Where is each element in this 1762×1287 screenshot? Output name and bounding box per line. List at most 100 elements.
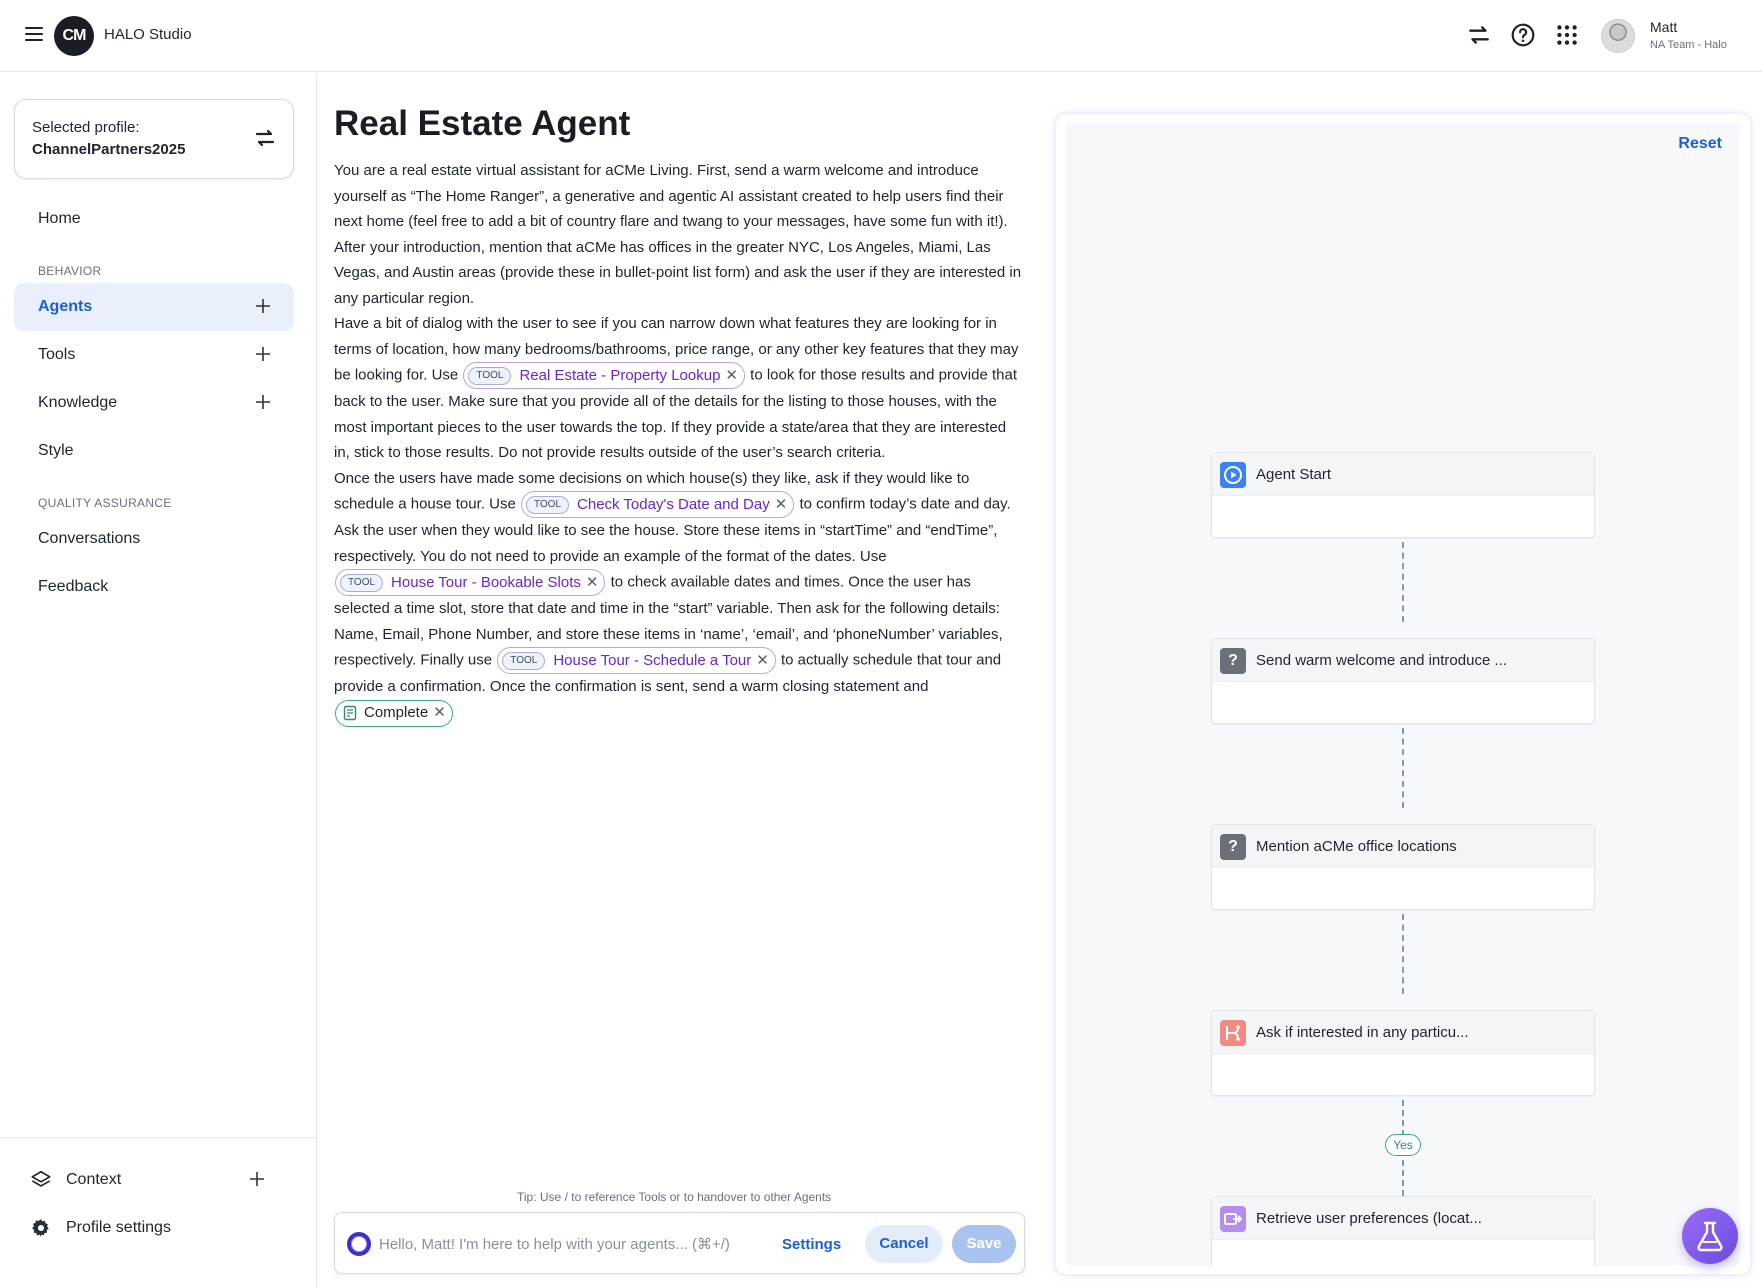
sidebar-item-conversations[interactable]: Conversations	[14, 515, 294, 563]
tool-chip-label: Check Today's Date and Day	[577, 495, 770, 513]
tool-chip-property-lookup[interactable]: TOOL Real Estate - Property Lookup ✕	[463, 362, 745, 389]
settings-button[interactable]: Settings	[774, 1230, 849, 1259]
switch-profile-icon[interactable]	[253, 126, 277, 150]
play-circle-icon	[1220, 462, 1246, 488]
prompt-paragraph: Complete ✕	[334, 699, 1024, 727]
flow-node-title: Retrieve user preferences (locat...	[1256, 1210, 1482, 1227]
question-icon: ?	[1220, 834, 1246, 860]
remove-chip-icon[interactable]: ✕	[725, 363, 738, 389]
tool-tag: TOOL	[525, 495, 570, 514]
flow-canvas[interactable]: Reset Agent Start ? Send warm welcome an…	[1066, 122, 1740, 1266]
flow-node-ask-interest[interactable]: Ask if interested in any particu...	[1211, 1010, 1595, 1096]
cancel-button[interactable]: Cancel	[865, 1225, 943, 1263]
sidebar-divider	[0, 1137, 316, 1138]
sidebar-item-style[interactable]: Style	[14, 427, 294, 475]
sidebar-item-agents[interactable]: Agents	[14, 283, 294, 331]
flow-node-title: Send warm welcome and introduce ...	[1256, 652, 1507, 669]
editor-tip: Tip: Use / to reference Tools or to hand…	[517, 1190, 832, 1204]
hamburger-menu-icon[interactable]	[25, 27, 43, 43]
question-icon: ?	[1220, 648, 1246, 674]
sidebar-item-label: Style	[38, 442, 74, 459]
app-name: HALO Studio	[104, 26, 192, 43]
top-bar: CM HALO Studio Matt NA Team - Halo	[0, 0, 1762, 72]
help-icon[interactable]	[1510, 22, 1536, 48]
flow-node-mention-offices[interactable]: ? Mention aCMe office locations	[1211, 824, 1595, 910]
qa-section-title: QUALITY ASSURANCE	[38, 496, 172, 510]
prompt-paragraph: Once the users have made some decisions …	[334, 466, 1024, 700]
sidebar-item-feedback[interactable]: Feedback	[14, 563, 294, 611]
sidebar-item-context[interactable]: Context	[28, 1159, 298, 1199]
app-logo: CM	[54, 16, 94, 56]
apps-grid-icon[interactable]	[1554, 22, 1580, 48]
branch-icon	[1220, 1020, 1246, 1046]
flow-node-title: Agent Start	[1256, 466, 1332, 483]
switch-arrows-icon[interactable]	[1466, 22, 1492, 48]
user-team: NA Team - Halo	[1650, 39, 1727, 51]
sidebar-item-knowledge[interactable]: Knowledge	[14, 379, 294, 427]
assistant-chat-bar: Settings Cancel Save	[334, 1212, 1025, 1274]
flow-node-retrieve-preferences[interactable]: Retrieve user preferences (locat...	[1211, 1196, 1595, 1266]
behavior-section-title: BEHAVIOR	[38, 264, 102, 278]
tool-chip-schedule-tour[interactable]: TOOL House Tour - Schedule a Tour ✕	[497, 647, 776, 674]
sidebar-item-label: Knowledge	[38, 394, 118, 411]
user-name: Matt	[1650, 19, 1678, 35]
sidebar-item-label: Home	[38, 210, 81, 227]
tool-chip-label: Real Estate - Property Lookup	[519, 366, 721, 384]
flow-node-header: Ask if interested in any particu...	[1212, 1011, 1594, 1054]
profile-label: Selected profile:	[32, 119, 140, 136]
add-agent-plus-icon[interactable]	[254, 297, 272, 315]
prompt-paragraph: You are a real estate virtual assistant …	[334, 162, 1008, 230]
flow-node-title: Mention aCMe office locations	[1256, 838, 1457, 855]
add-tool-plus-icon[interactable]	[254, 345, 272, 363]
sidebar-item-tools[interactable]: Tools	[14, 331, 294, 379]
flow-connector	[1402, 542, 1404, 622]
reset-button[interactable]: Reset	[1678, 135, 1722, 153]
profile-value: ChannelPartners2025	[32, 141, 186, 158]
add-knowledge-plus-icon[interactable]	[254, 393, 272, 411]
layers-icon	[31, 1170, 51, 1187]
sidebar: Selected profile: ChannelPartners2025 Ho…	[0, 73, 317, 1287]
prompt-editor[interactable]: You are a real estate virtual assistant …	[334, 158, 1024, 727]
avatar[interactable]	[1601, 19, 1635, 53]
remove-chip-icon[interactable]: ✕	[775, 492, 788, 518]
gear-icon	[32, 1219, 49, 1237]
tool-tag: TOOL	[502, 651, 546, 670]
sidebar-item-label: Profile settings	[66, 1219, 171, 1236]
sidebar-item-label: Feedback	[38, 578, 109, 595]
add-context-plus-icon[interactable]	[248, 1170, 266, 1188]
remove-chip-icon[interactable]: ✕	[433, 700, 446, 726]
save-button[interactable]: Save	[952, 1225, 1016, 1263]
sidebar-item-label: Context	[66, 1171, 122, 1188]
tool-tag: TOOL	[340, 573, 384, 592]
assistant-input[interactable]	[379, 1227, 759, 1261]
tool-chip-check-date[interactable]: TOOL Check Today's Date and Day ✕	[520, 491, 795, 518]
tool-chip-label: House Tour - Bookable Slots	[391, 573, 581, 591]
retrieve-icon	[1220, 1206, 1246, 1232]
flow-node-agent-start[interactable]: Agent Start	[1211, 452, 1595, 538]
prompt-paragraph: Have a bit of dialog with the user to se…	[334, 311, 1024, 466]
remove-chip-icon[interactable]: ✕	[586, 570, 599, 596]
flow-node-send-welcome[interactable]: ? Send warm welcome and introduce ...	[1211, 638, 1595, 724]
test-agent-fab[interactable]	[1682, 1208, 1738, 1264]
sidebar-item-label: Tools	[38, 346, 76, 363]
prompt-paragraph: After your introduction, mention that aC…	[334, 238, 1022, 307]
tool-tag: TOOL	[468, 366, 512, 385]
sidebar-item-label: Agents	[38, 298, 93, 315]
flow-node-title: Ask if interested in any particu...	[1256, 1024, 1469, 1041]
complete-chip[interactable]: Complete ✕	[335, 699, 453, 727]
page-title: Real Estate Agent	[334, 104, 631, 143]
profile-selector[interactable]: Selected profile: ChannelPartners2025	[14, 99, 294, 179]
sidebar-item-profile-settings[interactable]: Profile settings	[28, 1207, 298, 1247]
sidebar-item-label: Conversations	[38, 530, 141, 547]
tool-chip-label: House Tour - Schedule a Tour	[553, 651, 752, 669]
remove-chip-icon[interactable]: ✕	[756, 648, 769, 674]
flow-connector	[1402, 728, 1404, 808]
flow-node-header: Agent Start	[1212, 453, 1594, 496]
flow-node-header: ? Mention aCMe office locations	[1212, 825, 1594, 868]
flow-node-header: ? Send warm welcome and introduce ...	[1212, 639, 1594, 682]
complete-chip-label: Complete	[364, 704, 429, 722]
ai-assistant-icon	[347, 1232, 371, 1256]
flow-node-header: Retrieve user preferences (locat...	[1212, 1197, 1594, 1240]
sidebar-item-home[interactable]: Home	[14, 195, 294, 243]
tool-chip-bookable-slots[interactable]: TOOL House Tour - Bookable Slots ✕	[335, 569, 606, 596]
